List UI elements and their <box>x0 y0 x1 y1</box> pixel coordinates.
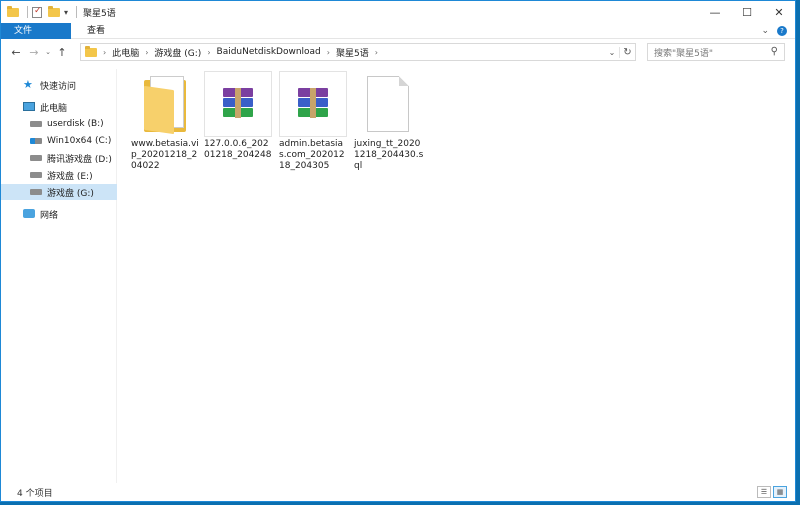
window-controls: — ☐ ✕ <box>699 1 795 23</box>
drive-icon <box>30 170 42 180</box>
file-item[interactable]: admin.betasias.com_20201218_204305 <box>279 71 349 172</box>
quick-access-toolbar: ▾ <box>1 1 81 23</box>
drive-icon <box>30 153 42 163</box>
drive-icon <box>30 119 42 129</box>
file-item[interactable]: juxing_tt_20201218_204430.sql <box>354 71 424 172</box>
recent-locations-icon[interactable]: ⌄ <box>43 48 53 56</box>
winrar-archive-icon <box>204 71 272 137</box>
file-list: www.betasia.vip_20201218_204022 127.0.0.… <box>119 69 795 483</box>
close-button[interactable]: ✕ <box>763 1 795 23</box>
file-item[interactable]: 127.0.0.6_20201218_204248 <box>204 71 274 161</box>
navigation-bar: ← → ⌄ ↑ › 此电脑 › 游戏盘 (G:) › BaiduNetdiskD… <box>1 41 795 63</box>
window-title: 聚星5语 <box>83 8 116 19</box>
file-name: admin.betasias.com_20201218_204305 <box>279 139 345 171</box>
breadcrumb-current-folder[interactable]: 聚星5语 <box>336 46 369 59</box>
drive-icon <box>30 187 42 197</box>
minimize-button[interactable]: — <box>699 1 731 23</box>
help-icon[interactable]: ? <box>777 26 787 36</box>
chevron-right-icon[interactable]: › <box>327 48 330 57</box>
document-icon <box>354 71 422 137</box>
sidebar-item-drive-c[interactable]: Win10x64 (C:) <box>1 133 117 149</box>
sidebar-item-network[interactable]: 网络 <box>1 206 117 222</box>
windows-drive-icon <box>30 136 42 146</box>
status-bar: 4 个项目 ☰ ▦ <box>1 483 795 501</box>
chevron-right-icon[interactable]: › <box>103 48 106 57</box>
tab-view[interactable]: 查看 <box>77 23 115 38</box>
properties-icon[interactable] <box>32 6 44 18</box>
details-view-icon[interactable]: ☰ <box>757 486 771 498</box>
ribbon-tabs: 文件 主页 共享 查看 ⌄ ? <box>1 23 795 39</box>
breadcrumb-baidunetdiskdownload[interactable]: BaiduNetdiskDownload <box>217 47 321 57</box>
refresh-icon[interactable]: ↻ <box>619 46 635 58</box>
up-arrow-icon[interactable]: ↑ <box>53 46 71 59</box>
sidebar-item-drive-e[interactable]: 游戏盘 (E:) <box>1 167 117 183</box>
file-name: 127.0.0.6_20201218_204248 <box>204 139 272 160</box>
search-icon: ⚲ <box>770 46 778 57</box>
customize-toolbar-icon[interactable]: ▾ <box>64 8 68 17</box>
title-bar: ▾ 聚星5语 — ☐ ✕ <box>1 1 795 23</box>
expand-ribbon-icon[interactable]: ⌄ <box>761 26 769 36</box>
back-arrow-icon[interactable]: ← <box>7 46 25 59</box>
chevron-right-icon[interactable]: › <box>375 48 378 57</box>
address-history-dropdown-icon[interactable]: ⌄ <box>605 48 619 57</box>
navigation-pane: ★ 快速访问 此电脑 userdisk (B:) Win10x64 (C:) 腾… <box>1 69 117 483</box>
sidebar-item-drive-d[interactable]: 腾讯游戏盘 (D:) <box>1 150 117 166</box>
new-folder-icon[interactable] <box>48 6 60 17</box>
item-count: 4 个项目 <box>17 488 53 499</box>
folder-icon <box>7 6 19 17</box>
search-input[interactable]: 搜索"聚星5语" ⚲ <box>647 43 785 61</box>
sidebar-item-this-pc[interactable]: 此电脑 <box>1 99 117 115</box>
file-item[interactable]: www.betasia.vip_20201218_204022 <box>131 71 201 172</box>
file-name: juxing_tt_20201218_204430.sql <box>354 139 424 171</box>
sidebar-item-drive-b[interactable]: userdisk (B:) <box>1 116 117 132</box>
star-icon: ★ <box>23 78 33 91</box>
maximize-button[interactable]: ☐ <box>731 1 763 23</box>
sidebar-item-drive-g[interactable]: 游戏盘 (G:) <box>1 184 117 200</box>
chevron-right-icon[interactable]: › <box>207 48 210 57</box>
explorer-window: ▾ 聚星5语 — ☐ ✕ 文件 主页 共享 查看 ⌄ ? ← → ⌄ ↑ › 此… <box>0 0 796 502</box>
search-placeholder: 搜索"聚星5语" <box>654 48 714 59</box>
tab-file[interactable]: 文件 <box>1 23 71 39</box>
chevron-right-icon[interactable]: › <box>145 48 148 57</box>
folder-icon <box>85 46 97 57</box>
sidebar-item-quick-access[interactable]: ★ 快速访问 <box>1 77 117 93</box>
folder-icon <box>131 71 199 137</box>
network-icon <box>23 209 35 219</box>
forward-arrow-icon[interactable]: → <box>25 46 43 59</box>
large-icons-view-icon[interactable]: ▦ <box>773 486 787 498</box>
breadcrumb-this-pc[interactable]: 此电脑 <box>112 46 139 59</box>
pc-icon <box>23 102 35 112</box>
breadcrumb-drive-g[interactable]: 游戏盘 (G:) <box>154 46 201 59</box>
winrar-archive-icon <box>279 71 347 137</box>
file-name: www.betasia.vip_20201218_204022 <box>131 139 199 171</box>
address-bar[interactable]: › 此电脑 › 游戏盘 (G:) › BaiduNetdiskDownload … <box>80 43 636 61</box>
